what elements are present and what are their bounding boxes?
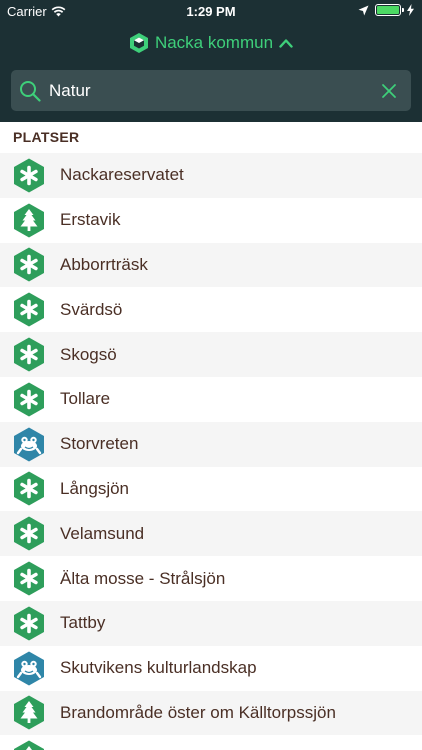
place-name: Nackareservatet <box>60 165 184 185</box>
status-bar: Carrier 1:29 PM <box>0 0 422 22</box>
place-list-item[interactable]: Storvreten <box>0 421 422 467</box>
municipality-selector[interactable]: Nacka kommun <box>0 30 422 56</box>
tree-icon <box>13 695 45 730</box>
place-list-item[interactable]: Tattby <box>0 600 422 646</box>
place-list-item[interactable]: Svärdsö <box>0 287 422 333</box>
place-list-item[interactable]: Skogsö <box>0 332 422 377</box>
place-list-item[interactable]: Älta mosse - Strålsjön <box>0 556 422 601</box>
section-title: PLATSER <box>13 129 80 145</box>
place-name: Tattby <box>60 613 106 633</box>
place-name: Erstavik <box>60 210 121 230</box>
asterisk-icon <box>13 247 45 282</box>
asterisk-icon <box>13 606 45 641</box>
place-list-item[interactable]: Erstavik <box>0 197 422 243</box>
asterisk-icon <box>13 158 45 193</box>
place-list-item[interactable]: Brandområde öster om Källtorpssjön <box>0 690 422 736</box>
chevron-up-icon <box>279 39 293 48</box>
status-right-group <box>358 4 414 16</box>
search-bar <box>11 70 411 111</box>
tree-icon <box>13 203 45 238</box>
municipality-title: Nacka kommun <box>154 33 274 52</box>
place-name: Storvreten <box>60 434 139 454</box>
frog-icon <box>13 427 45 462</box>
place-list-item[interactable]: Velamsund <box>0 511 422 557</box>
asterisk-icon <box>13 516 45 551</box>
place-list-item[interactable]: Skutvikens kulturlandskap <box>0 645 422 691</box>
search-icon <box>20 80 41 102</box>
place-name: Älta mosse - Strålsjön <box>60 568 226 588</box>
frog-icon <box>13 651 45 686</box>
search-input[interactable] <box>49 80 381 101</box>
place-list: Nackareservatet Erstavik Abborrträsk Svärds… <box>0 153 422 750</box>
place-list-item[interactable]: Abborrträsk <box>0 242 422 288</box>
header-bar: Carrier 1:29 PM Nacka kommun <box>0 0 422 122</box>
asterisk-icon <box>13 337 45 372</box>
asterisk-icon <box>13 471 45 506</box>
place-name: Abborrträsk <box>60 254 148 274</box>
section-header: PLATSER <box>0 122 422 153</box>
place-name: Långsjön <box>60 478 130 498</box>
location-arrow-icon <box>358 5 369 15</box>
asterisk-icon <box>13 292 45 327</box>
place-list-item[interactable]: Nackareservatet <box>0 153 422 198</box>
asterisk-icon <box>13 382 45 417</box>
place-list-item[interactable] <box>0 735 422 750</box>
nacka-logo-icon <box>129 33 148 53</box>
place-name: Tollare <box>60 389 111 409</box>
tree-icon <box>13 740 45 750</box>
place-name: Velamsund <box>60 523 145 543</box>
place-name: Skutvikens kulturlandskap <box>60 658 257 678</box>
place-list-item[interactable]: Tollare <box>0 376 422 422</box>
place-name: Brandområde öster om Källtorpssjön <box>60 702 336 722</box>
battery-icon <box>375 4 404 16</box>
asterisk-icon <box>13 561 45 596</box>
charging-bolt-icon <box>407 4 414 16</box>
place-name: Skogsö <box>60 344 117 364</box>
clear-search-icon[interactable] <box>381 83 397 99</box>
place-list-item[interactable]: Långsjön <box>0 466 422 512</box>
place-name: Svärdsö <box>60 299 123 319</box>
